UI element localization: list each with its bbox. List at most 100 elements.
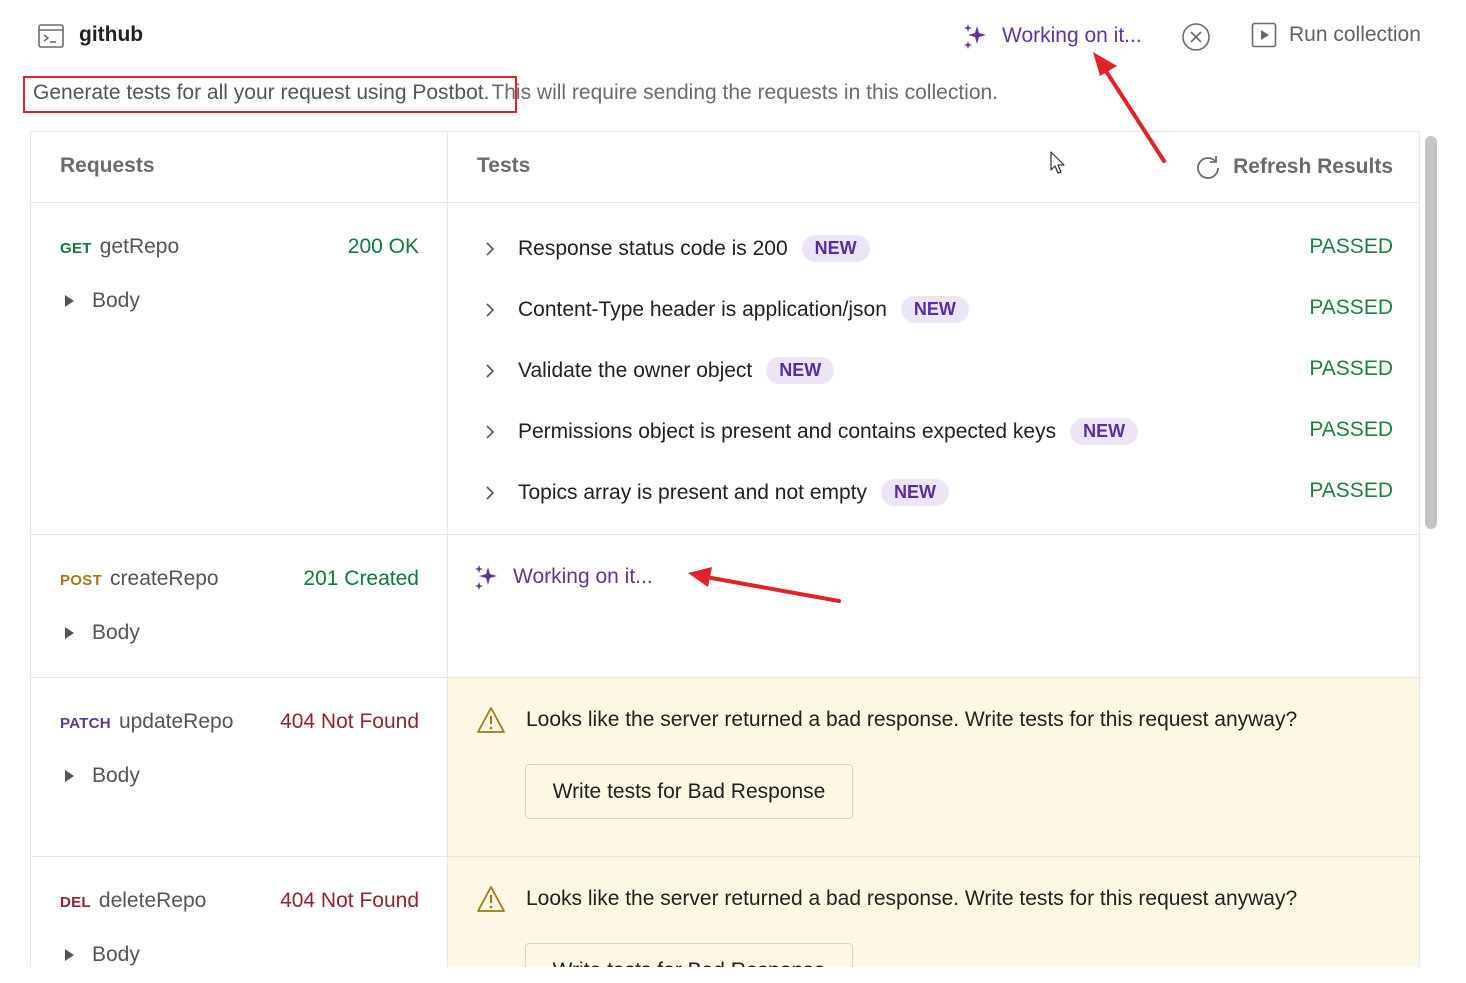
refresh-results-label: Refresh Results <box>1233 155 1393 178</box>
request-cell: DEL deleteRepo 404 Not Found Body <box>31 857 447 967</box>
test-name: Topics array is present and not empty NE… <box>518 479 950 506</box>
request-cell: POST createRepo 201 Created Body <box>31 535 447 677</box>
test-item[interactable]: Permissions object is present and contai… <box>448 416 1419 456</box>
expand-triangle-icon <box>65 627 74 639</box>
vertical-scrollbar[interactable] <box>1425 136 1437 529</box>
request-name: getRepo <box>99 235 180 258</box>
test-item[interactable]: Content-Type header is application/json … <box>448 294 1419 334</box>
request-row-deleteRepo: DEL deleteRepo 404 Not Found Body Looks … <box>31 857 1419 967</box>
new-badge: NEW <box>1070 418 1139 445</box>
method-badge: GET <box>60 240 92 257</box>
tests-table: Requests Tests Refresh Results GET getRe… <box>30 131 1420 967</box>
working-label: Working on it... <box>1002 24 1142 47</box>
bad-response-warning: Looks like the server returned a bad res… <box>476 885 1297 913</box>
working-label: Working on it... <box>513 565 653 588</box>
request-name: updateRepo <box>118 710 234 733</box>
test-name: Permissions object is present and contai… <box>518 418 1139 445</box>
request-name: createRepo <box>110 567 219 590</box>
response-status: 201 Created <box>303 567 419 590</box>
chevron-right-icon <box>486 303 495 317</box>
working-status-top: Working on it... <box>962 22 1142 50</box>
test-title: Permissions object is present and contai… <box>518 419 1057 443</box>
body-label: Body <box>92 289 140 312</box>
write-tests-bad-response-button[interactable]: Write tests for Bad Response <box>525 764 853 819</box>
tests-cell: Response status code is 200 NEW PASSED C… <box>448 203 1419 534</box>
test-title: Topics array is present and not empty <box>518 480 868 504</box>
write-tests-bad-response-button[interactable]: Write tests for Bad Response <box>525 943 853 967</box>
test-result: PASSED <box>1309 418 1393 441</box>
test-title: Content-Type header is application/json <box>518 297 887 321</box>
test-title: Response status code is 200 <box>518 236 788 260</box>
top-bar: github Working on it... Run collection <box>0 0 1466 72</box>
test-title: Validate the owner object <box>518 358 753 382</box>
request-row-updateRepo: PATCH updateRepo 404 Not Found Body Look… <box>31 678 1419 857</box>
new-badge: NEW <box>881 479 950 506</box>
response-status: 200 OK <box>347 235 419 258</box>
request-line[interactable]: DEL deleteRepo <box>60 889 206 913</box>
refresh-results-button[interactable]: Refresh Results <box>1195 154 1393 180</box>
body-label: Body <box>92 621 140 644</box>
refresh-icon <box>1197 156 1220 179</box>
working-status-inline: Working on it... <box>473 563 653 591</box>
body-label: Body <box>92 764 140 787</box>
response-status: 404 Not Found <box>280 710 419 733</box>
request-line[interactable]: POST createRepo <box>60 567 219 591</box>
tests-column-header: Tests <box>477 154 531 177</box>
sparkle-icon <box>964 24 986 49</box>
warning-triangle-icon <box>477 707 505 733</box>
body-toggle[interactable]: Body <box>65 764 140 788</box>
warning-text: Looks like the server returned a bad res… <box>526 708 1298 731</box>
chevron-right-icon <box>486 364 495 378</box>
test-item[interactable]: Response status code is 200 NEW PASSED <box>448 233 1419 273</box>
method-badge: POST <box>60 572 103 589</box>
mouse-cursor-icon <box>1050 151 1065 174</box>
request-row-getRepo: GET getRepo 200 OK Body Response status … <box>31 203 1419 535</box>
chevron-right-icon <box>486 242 495 256</box>
chevron-right-icon <box>486 425 495 439</box>
sparkle-icon <box>475 565 497 590</box>
request-name: deleteRepo <box>98 889 207 912</box>
expand-triangle-icon <box>65 295 74 307</box>
description-highlighted: Generate tests for all your request usin… <box>33 81 490 104</box>
requests-column-header: Requests <box>60 154 155 177</box>
new-badge: NEW <box>900 296 969 323</box>
play-icon <box>1251 22 1277 48</box>
method-badge: PATCH <box>60 715 111 732</box>
description-rest: This will require sending the requests i… <box>491 81 999 104</box>
tests-cell-warning: Looks like the server returned a bad res… <box>448 857 1419 967</box>
warning-text: Looks like the server returned a bad res… <box>526 887 1298 910</box>
test-item[interactable]: Topics array is present and not empty NE… <box>448 477 1419 517</box>
new-badge: NEW <box>801 235 870 262</box>
collection-name: github <box>79 23 144 46</box>
collection-terminal-icon <box>38 24 64 48</box>
test-name: Response status code is 200 NEW <box>518 235 870 262</box>
test-name: Content-Type header is application/json … <box>518 296 969 323</box>
method-badge: DEL <box>60 894 91 911</box>
body-toggle[interactable]: Body <box>65 943 140 967</box>
expand-triangle-icon <box>65 949 74 961</box>
bad-response-warning: Looks like the server returned a bad res… <box>476 706 1297 734</box>
request-line[interactable]: GET getRepo <box>60 235 179 259</box>
response-status: 404 Not Found <box>280 889 419 912</box>
warning-triangle-icon <box>477 886 505 912</box>
test-result: PASSED <box>1309 296 1393 319</box>
tests-cell-warning: Looks like the server returned a bad res… <box>448 678 1419 856</box>
test-name: Validate the owner object NEW <box>518 357 835 384</box>
body-toggle[interactable]: Body <box>65 289 140 313</box>
test-result: PASSED <box>1309 479 1393 502</box>
test-item[interactable]: Validate the owner object NEW PASSED <box>448 355 1419 395</box>
request-line[interactable]: PATCH updateRepo <box>60 710 233 734</box>
description: Generate tests for all your request usin… <box>31 81 998 105</box>
new-badge: NEW <box>766 357 835 384</box>
test-result: PASSED <box>1309 357 1393 380</box>
body-toggle[interactable]: Body <box>65 621 140 645</box>
cancel-generation-button[interactable] <box>1181 22 1211 52</box>
expand-triangle-icon <box>65 770 74 782</box>
request-cell: PATCH updateRepo 404 Not Found Body <box>31 678 447 856</box>
tests-cell: Working on it... <box>448 535 1419 677</box>
body-label: Body <box>92 943 140 966</box>
run-collection-button[interactable]: Run collection <box>1251 22 1421 48</box>
test-result: PASSED <box>1309 235 1393 258</box>
request-row-createRepo: POST createRepo 201 Created Body Working… <box>31 535 1419 678</box>
request-cell: GET getRepo 200 OK Body <box>31 203 447 534</box>
